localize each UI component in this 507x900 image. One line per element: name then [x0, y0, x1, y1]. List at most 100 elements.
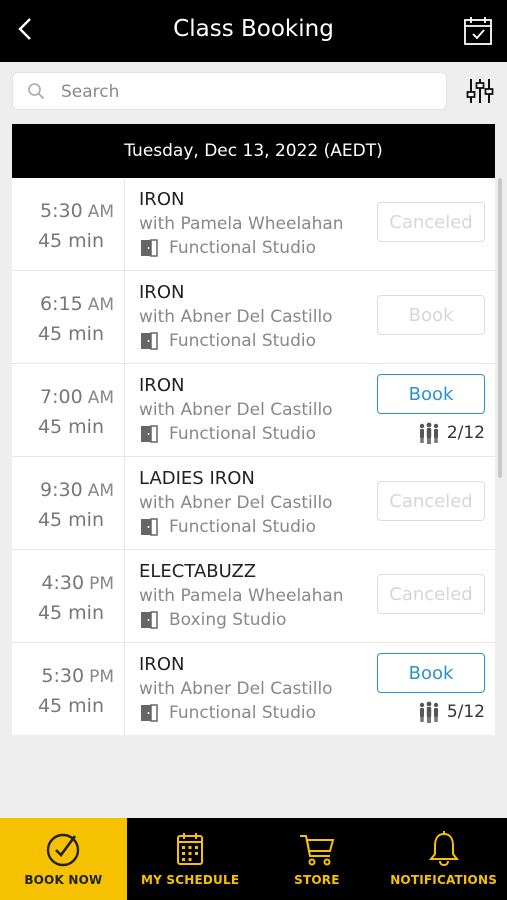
tab-notifications[interactable]: NOTIFICATIONS [380, 818, 507, 900]
tab-label: NOTIFICATIONS [390, 873, 498, 887]
bell-icon [428, 831, 459, 867]
time-value: 7:00 [40, 386, 83, 408]
book-button[interactable]: Book [377, 374, 485, 414]
instructor: with Abner Del Castillo [139, 400, 333, 420]
instructor: with Abner Del Castillo [139, 679, 333, 699]
time-ampm: AM [87, 388, 114, 408]
time-value: 4:30 [41, 572, 85, 594]
time-ampm: AM [87, 295, 114, 315]
class-name: IRON [139, 189, 185, 210]
tab-label: MY SCHEDULE [141, 873, 240, 887]
class-row[interactable]: 7:00 AM 45 min IRON with Abner Del Castillo F… [12, 364, 495, 457]
tab-label: STORE [294, 873, 340, 887]
time-ampm: PM [89, 574, 114, 594]
duration: 45 min [37, 230, 104, 252]
door-icon [141, 518, 158, 536]
class-row[interactable]: 5:30 AM 45 min IRON with Pamela Wheelahan Fun… [12, 178, 495, 271]
class-row[interactable]: 6:15 AM 45 min IRON with Abner Del Castillo F… [12, 271, 495, 364]
canceled-button: Canceled [377, 481, 485, 521]
start-time: 6:15 AM [40, 293, 114, 315]
start-time: 7:00 AM [40, 386, 114, 408]
time-value: 9:30 [40, 479, 83, 501]
start-time: 4:30 PM [41, 572, 114, 594]
spots-count: 2/12 [446, 423, 485, 443]
canceled-button: Canceled [377, 202, 485, 242]
door-icon [141, 425, 158, 443]
time-column: 5:30 AM 45 min [12, 178, 125, 270]
start-time: 5:30 AM [40, 200, 114, 222]
page-title: Class Booking [173, 16, 334, 42]
location: Functional Studio [139, 515, 369, 539]
instructor: with Abner Del Castillo [139, 307, 333, 327]
scrollbar[interactable] [498, 178, 502, 478]
spots-indicator: 5/12 [417, 701, 485, 723]
time-value: 5:30 [40, 200, 83, 222]
class-info: ELECTABUZZ with Pamela Wheelahan Boxing St… [139, 560, 369, 632]
book-button: Book [377, 295, 485, 335]
time-column: 5:30 PM 45 min [12, 643, 125, 735]
check-circle-icon [47, 833, 80, 867]
class-row[interactable]: 9:30 AM 45 min LADIES IRON with Abner Del Ca… [12, 457, 495, 550]
tab-my-schedule[interactable]: MY SCHEDULE [127, 818, 254, 900]
book-button[interactable]: Book [377, 653, 485, 693]
time-column: 9:30 AM 45 min [12, 457, 125, 549]
location: Functional Studio [139, 329, 369, 353]
location-name: Boxing Studio [169, 610, 287, 630]
search-icon [28, 83, 45, 100]
location: Boxing Studio [139, 608, 369, 632]
search-row [12, 72, 495, 110]
instructor: with Pamela Wheelahan [139, 214, 344, 234]
tab-book-now[interactable]: BOOK NOW [0, 818, 127, 900]
duration: 45 min [37, 323, 104, 345]
class-name: IRON [139, 282, 185, 303]
class-info: IRON with Abner Del Castillo Functional St… [139, 374, 369, 446]
date-header: Tuesday, Dec 13, 2022 (AEDT) [12, 124, 495, 178]
top-bar: Class Booking [0, 0, 507, 62]
class-list: 5:30 AM 45 min IRON with Pamela Wheelahan Fun… [12, 178, 495, 735]
class-name: LADIES IRON [139, 468, 255, 489]
search-input[interactable] [59, 78, 433, 106]
time-value: 6:15 [40, 293, 83, 315]
people-icon [419, 701, 439, 723]
location-name: Functional Studio [169, 703, 316, 723]
class-name: IRON [139, 375, 185, 396]
class-info: IRON with Abner Del Castillo Functional St… [139, 281, 369, 353]
location: Functional Studio [139, 422, 369, 446]
sliders-icon[interactable] [465, 76, 495, 106]
canceled-button: Canceled [377, 574, 485, 614]
tab-label: BOOK NOW [24, 873, 103, 887]
class-row[interactable]: 5:30 PM 45 min IRON with Abner Del Castillo F… [12, 643, 495, 735]
class-info: IRON with Abner Del Castillo Functional St… [139, 653, 369, 725]
class-info: IRON with Pamela Wheelahan Functional Stud… [139, 188, 369, 260]
door-icon [141, 611, 158, 629]
location-name: Functional Studio [169, 331, 316, 351]
calendar-icon [177, 833, 204, 865]
location-name: Functional Studio [169, 238, 316, 258]
class-name: ELECTABUZZ [139, 561, 257, 582]
cart-icon [299, 835, 335, 866]
spots-indicator: 2/12 [417, 422, 485, 444]
time-ampm: PM [89, 667, 114, 687]
time-column: 6:15 AM 45 min [12, 271, 125, 363]
class-row[interactable]: 4:30 PM 45 min ELECTABUZZ with Pamela Wheela… [12, 550, 495, 643]
start-time: 5:30 PM [41, 665, 114, 687]
location-name: Functional Studio [169, 424, 316, 444]
time-value: 5:30 [41, 665, 85, 687]
calendar-check-icon[interactable] [463, 16, 493, 46]
location-name: Functional Studio [169, 517, 316, 537]
time-column: 7:00 AM 45 min [12, 364, 125, 456]
class-name: IRON [139, 654, 185, 675]
time-ampm: AM [87, 481, 114, 501]
location: Functional Studio [139, 701, 369, 725]
location: Functional Studio [139, 236, 369, 260]
door-icon [141, 332, 158, 350]
instructor: with Pamela Wheelahan [139, 586, 344, 606]
people-icon [419, 422, 439, 444]
tab-store[interactable]: STORE [254, 818, 381, 900]
bottom-tab-bar: BOOK NOW MY SCHEDULE STORE NOTIFICATIONS [0, 818, 507, 900]
duration: 45 min [37, 509, 104, 531]
instructor: with Abner Del Castillo [139, 493, 333, 513]
class-info: LADIES IRON with Abner Del Castillo Functi… [139, 467, 369, 539]
duration: 45 min [37, 602, 104, 624]
search-box[interactable] [12, 72, 447, 110]
